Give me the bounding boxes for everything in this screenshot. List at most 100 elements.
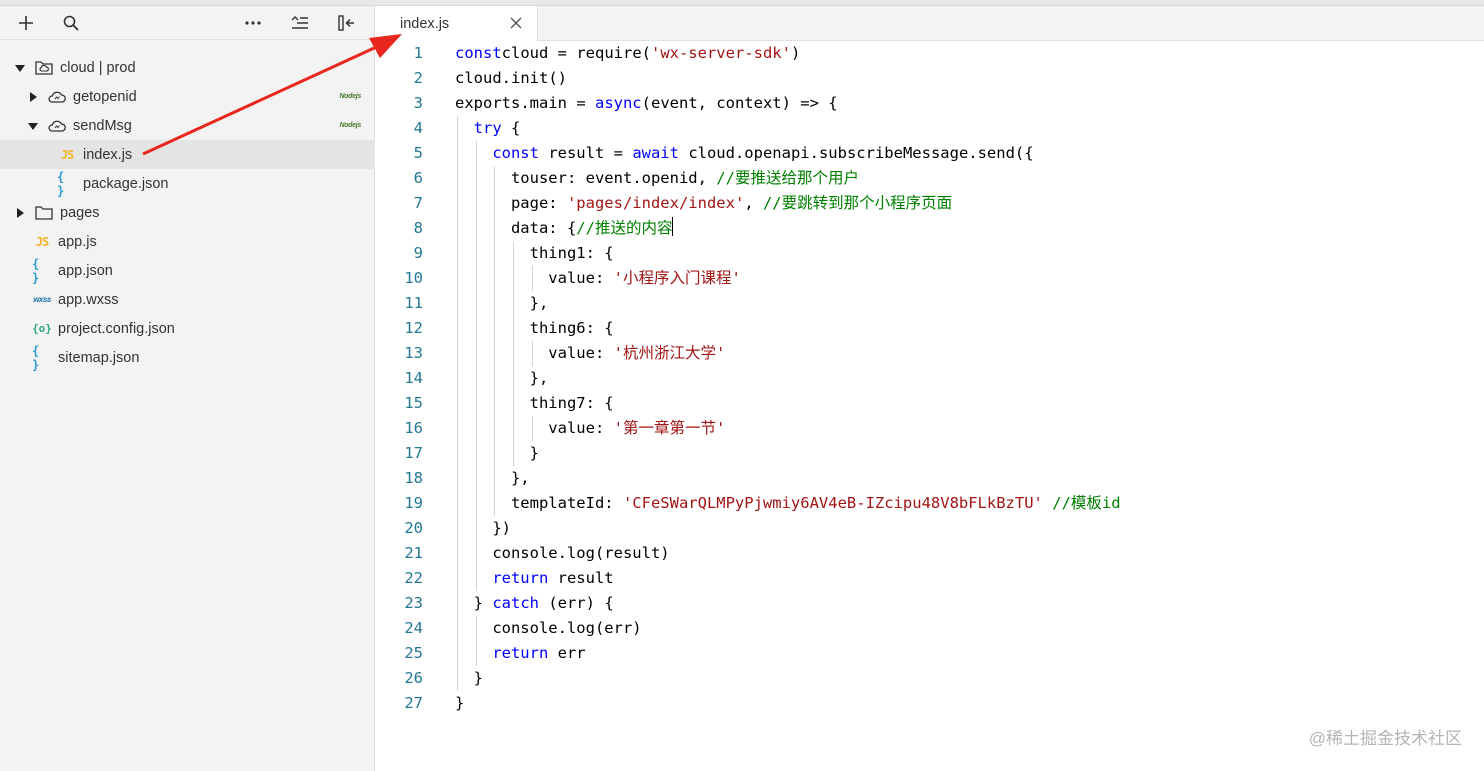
code-line[interactable]: 3 exports.main = async(event, context) =>… <box>376 91 1484 116</box>
tree-item-sendmsg[interactable]: sendMsg Nodejs <box>0 111 375 140</box>
code-line[interactable]: 18}, <box>376 466 1484 491</box>
tree-item-app-json[interactable]: { } app.json <box>0 256 375 285</box>
line-number: 11 <box>404 294 423 312</box>
code-line[interactable]: 4 try { <box>376 116 1484 141</box>
indent-guide <box>457 241 458 266</box>
chevron-right-icon[interactable] <box>14 207 26 219</box>
string-token: '小程序入门课程' <box>613 269 741 287</box>
code-line[interactable]: 6 touser: event.openid, //要推送给那个用户 <box>376 166 1484 191</box>
code-line[interactable]: 13 value: '杭州浙江大学' <box>376 341 1484 366</box>
chevron-down-icon[interactable] <box>27 120 39 132</box>
json-file-icon: { } <box>32 343 40 372</box>
tree-item-index-js[interactable]: JS index.js <box>0 140 375 169</box>
toggle-sidebar-icon[interactable] <box>332 6 362 40</box>
tree-item-app-js[interactable]: JS app.js <box>0 227 375 256</box>
indent-guide <box>494 316 496 341</box>
line-number: 9 <box>413 244 423 262</box>
indent-guide <box>475 391 477 416</box>
tab-index-js[interactable]: index.js <box>376 6 538 41</box>
code-line[interactable]: 8 data: {//推送的内容 <box>376 216 1484 241</box>
code-token: , <box>744 194 763 212</box>
indent-guide <box>457 341 458 366</box>
tree-item-cloud-prod[interactable]: cloud | prod <box>0 53 375 82</box>
line-number: 13 <box>404 344 423 362</box>
code-editor[interactable]: 1 constcloud = require('wx-server-sdk') 2 c… <box>376 41 1484 771</box>
chevron-right-icon[interactable] <box>27 91 39 103</box>
code-line[interactable]: 9 thing1: { <box>376 241 1484 266</box>
indent-guide <box>475 341 477 366</box>
code-line[interactable]: 17} <box>376 441 1484 466</box>
line-number: 20 <box>404 519 423 537</box>
indent-guide <box>512 441 514 466</box>
comment-token: //要跳转到那个小程序页面 <box>762 194 953 212</box>
indent-guide <box>475 416 477 441</box>
code-line[interactable]: 23} catch (err) { <box>376 591 1484 616</box>
indent-guide <box>475 316 477 341</box>
tree-item-pages[interactable]: pages <box>0 198 375 227</box>
line-number: 25 <box>404 644 423 662</box>
indent-guide <box>457 641 458 666</box>
code-token: }, <box>510 469 530 487</box>
json-file-icon: { } <box>57 169 65 198</box>
code-text: console.log(err) <box>492 616 641 641</box>
code-text: }, <box>530 291 549 316</box>
js-file-icon: JS <box>35 234 49 249</box>
code-area[interactable]: 1 constcloud = require('wx-server-sdk') 2 c… <box>376 41 1484 716</box>
code-token: thing6: { <box>529 319 614 337</box>
tree-item-label: package.json <box>83 175 169 192</box>
code-text: touser: event.openid, //要推送给那个用户 <box>511 166 859 191</box>
code-token: cloud.init() <box>455 69 567 87</box>
add-icon[interactable] <box>11 6 41 40</box>
line-number: 4 <box>413 119 423 137</box>
code-line[interactable]: 26} <box>376 666 1484 691</box>
code-token: touser: event.openid, <box>510 169 717 187</box>
keyword-token: return <box>492 569 549 587</box>
indent-guide <box>475 616 477 641</box>
line-number: 7 <box>413 194 423 212</box>
line-number: 2 <box>413 69 423 87</box>
code-line[interactable]: 7 page: 'pages/index/index', //要跳转到那个小程序页… <box>376 191 1484 216</box>
code-line[interactable]: 21 console.log(result) <box>376 541 1484 566</box>
line-number: 22 <box>404 569 423 587</box>
code-line[interactable]: 27} <box>376 691 1484 716</box>
code-line[interactable]: 20}) <box>376 516 1484 541</box>
line-number: 1 <box>413 44 423 62</box>
tree-item-sitemap-json[interactable]: { } sitemap.json <box>0 343 375 372</box>
code-token: page: <box>510 194 567 212</box>
code-line[interactable]: 15 thing7: { <box>376 391 1484 416</box>
code-line[interactable]: 16 value: '第一章第一节' <box>376 416 1484 441</box>
tree-item-app-wxss[interactable]: wxss app.wxss <box>0 285 375 314</box>
indent-guide <box>494 391 496 416</box>
code-line[interactable]: 14}, <box>376 366 1484 391</box>
code-line[interactable]: 24 console.log(err) <box>376 616 1484 641</box>
code-line[interactable]: 10 value: '小程序入门课程' <box>376 266 1484 291</box>
code-text: } <box>530 441 539 466</box>
code-line[interactable]: 1 constcloud = require('wx-server-sdk') <box>376 41 1484 66</box>
tree-item-package-json[interactable]: { } package.json <box>0 169 375 198</box>
code-line[interactable]: 5 const result = await cloud.openapi.subs… <box>376 141 1484 166</box>
tree-item-project-config-json[interactable]: {o} project.config.json <box>0 314 375 343</box>
close-icon[interactable] <box>509 16 523 30</box>
code-line[interactable]: 11}, <box>376 291 1484 316</box>
keyword-token: try <box>473 119 502 137</box>
indent-guide <box>494 216 496 241</box>
code-line[interactable]: 22 return result <box>376 566 1484 591</box>
indent-guide <box>494 366 496 391</box>
code-line[interactable]: 25 return err <box>376 641 1484 666</box>
indent-guide <box>457 666 458 691</box>
collapse-all-icon[interactable] <box>285 6 315 40</box>
search-icon[interactable] <box>56 6 86 40</box>
code-token: }, <box>529 369 549 387</box>
tree-item-getopenid[interactable]: getopenid Nodejs <box>0 82 375 111</box>
chevron-down-icon[interactable] <box>14 62 26 74</box>
code-text: return err <box>492 641 585 666</box>
line-number: 19 <box>404 494 423 512</box>
window-top-strip <box>0 0 1484 6</box>
code-token: thing7: { <box>529 394 614 412</box>
indent-guide <box>494 166 496 191</box>
code-line[interactable]: 12 thing6: { <box>376 316 1484 341</box>
keyword-token: catch <box>492 594 539 612</box>
more-icon[interactable] <box>238 6 268 40</box>
code-line[interactable]: 19 templateId: 'CFeSWarQLMPyPjwmiy6AV4eB-… <box>376 491 1484 516</box>
code-line[interactable]: 2 cloud.init() <box>376 66 1484 91</box>
